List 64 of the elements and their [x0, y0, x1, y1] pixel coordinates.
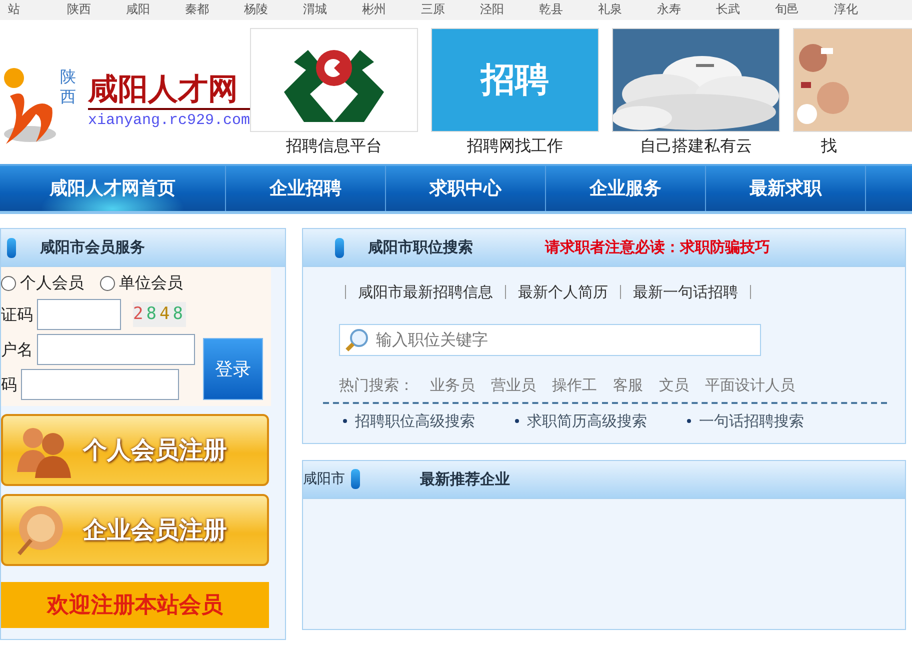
city-link[interactable]: 长武 [716, 0, 775, 20]
hot-search-link[interactable]: 文员 [659, 374, 689, 396]
hot-search-label: 热门搜索： [339, 374, 414, 396]
city-link[interactable]: 秦都 [185, 0, 244, 20]
field-label: 证码 [1, 304, 33, 326]
radio-label: 单位会员 [119, 272, 183, 294]
city-link[interactable]: 陕西 [67, 0, 126, 20]
nav-link[interactable]: 最新个人简历 [518, 281, 608, 304]
login-button[interactable]: 登录 [203, 338, 263, 400]
nav-tab[interactable]: 最新求职 [706, 166, 866, 211]
province-label: 陕西 [60, 67, 77, 107]
captcha-code: 2 8 4 8 [133, 302, 186, 328]
city-link[interactable]: 旬邑 [775, 0, 834, 20]
city-link[interactable]: 礼泉 [598, 0, 657, 20]
nav-tab[interactable]: 企业服务 [546, 166, 706, 211]
radio-button[interactable] [1, 276, 16, 290]
city-link[interactable]: 咸阳 [126, 0, 185, 20]
hot-search-link[interactable]: 客服 [613, 374, 643, 396]
input-field[interactable] [37, 334, 195, 365]
welcome-banner: 欢迎注册本站会员 [1, 582, 269, 628]
city-link[interactable]: 三原 [421, 0, 480, 20]
advanced-search-link[interactable]: 一句话招聘搜索 [699, 410, 804, 432]
hot-search-link[interactable]: 操作工 [552, 374, 597, 396]
banner-caption[interactable]: 招聘网找工作 [431, 134, 600, 158]
panel-prefix: 咸阳市 [303, 470, 345, 488]
hot-search-link[interactable]: 营业员 [491, 374, 536, 396]
advanced-search-link[interactable]: 招聘职位高级搜索 [355, 410, 475, 432]
nav-link[interactable]: 最新一句话招聘 [633, 281, 738, 304]
badge-icon [335, 238, 344, 258]
input-field[interactable] [37, 299, 121, 330]
notice-link[interactable]: 请求职者注意必读：求职防骗技巧 [545, 236, 770, 259]
hot-search-link[interactable]: 业务员 [430, 374, 475, 396]
city-link[interactable]: 淳化 [834, 0, 893, 20]
field-label: 码 [1, 374, 17, 396]
banner-caption[interactable]: 自己搭建私有云 [612, 134, 780, 158]
nav-tab[interactable]: 求职中心 [386, 166, 546, 211]
search-field[interactable]: 输入职位关键字 [339, 324, 761, 356]
banner-text: 招聘 [432, 29, 598, 131]
hot-search-link[interactable]: 平面设计人员 [705, 374, 795, 396]
badge-icon [351, 469, 360, 489]
field-label: 户名 [1, 338, 33, 360]
panel-title: 最新推荐企业 [420, 468, 510, 490]
city-link[interactable]: 乾县 [539, 0, 598, 20]
bullet-icon [343, 419, 347, 424]
city-link[interactable]: 站 [8, 0, 67, 20]
input-field[interactable] [21, 369, 179, 400]
advanced-search-link[interactable]: 求职简历高级搜索 [527, 410, 647, 432]
badge-icon [7, 238, 16, 258]
nav-link[interactable]: 咸阳市最新招聘信息 [358, 281, 493, 304]
banner-caption[interactable]: 找 [793, 134, 912, 158]
site-url: xianyang.rc929.com [88, 110, 250, 131]
panel-title: 咸阳市职位搜索 [368, 237, 473, 258]
panel-title: 咸阳市会员服务 [40, 237, 145, 258]
bullet-icon [687, 419, 691, 424]
banner-caption[interactable]: 招聘信息平台 [250, 134, 418, 158]
radio-button[interactable] [100, 276, 115, 290]
city-link[interactable]: 永寿 [657, 0, 716, 20]
nav-tab[interactable]: 企业招聘 [226, 166, 386, 211]
city-link[interactable]: 渭城 [303, 0, 362, 20]
radio-label: 个人会员 [20, 272, 84, 294]
bullet-icon [515, 419, 519, 424]
city-link[interactable]: 杨陵 [244, 0, 303, 20]
city-link[interactable]: 泾阳 [480, 0, 539, 20]
city-link[interactable]: 彬州 [362, 0, 421, 20]
